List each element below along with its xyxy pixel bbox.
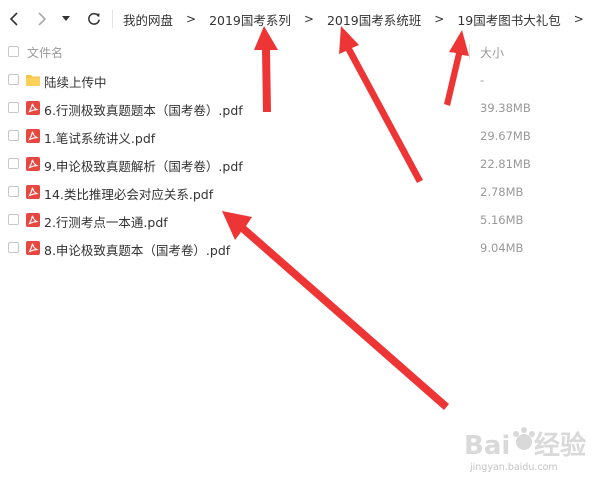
breadcrumb-item-book-package[interactable]: 19国考图书大礼包: [457, 10, 560, 29]
pdf-file-icon: [26, 185, 40, 199]
breadcrumb: 我的网盘 > 2019国考系列 > 2019国考系统班 > 19国考图书大礼包 …: [123, 10, 597, 28]
breadcrumb-item-2019-class[interactable]: 2019国考系统班: [327, 10, 421, 29]
row-checkbox[interactable]: [8, 74, 19, 85]
file-row-pdf[interactable]: 8.申论极致真题本（国考卷）.pdf 9.04MB: [0, 234, 605, 262]
file-size: 2.78MB: [480, 185, 524, 199]
refresh-icon: [88, 12, 100, 25]
file-name[interactable]: 2.行测考点一本通.pdf: [44, 212, 168, 231]
pdf-file-icon: [26, 129, 40, 143]
file-row-pdf[interactable]: 1.笔试系统讲义.pdf 29.67MB: [0, 122, 605, 150]
row-checkbox[interactable]: [8, 186, 19, 197]
history-dropdown-button[interactable]: [56, 9, 76, 29]
file-row-pdf[interactable]: 2.行测考点一本通.pdf 5.16MB: [0, 206, 605, 234]
pdf-file-icon: [26, 157, 40, 171]
file-size: 9.04MB: [480, 241, 524, 255]
dropdown-caret-icon: [62, 16, 70, 21]
svg-text:Bai: Bai: [464, 431, 510, 461]
column-header-size[interactable]: 大小: [480, 44, 504, 61]
file-size: 29.67MB: [480, 129, 531, 143]
file-name[interactable]: 9.申论极致真题解析（国考卷）.pdf: [44, 156, 243, 175]
folder-icon: [26, 75, 40, 86]
row-checkbox[interactable]: [8, 242, 19, 253]
forward-button[interactable]: [32, 9, 52, 29]
file-name[interactable]: 8.申论极致真题本（国考卷）.pdf: [44, 240, 230, 259]
file-name[interactable]: 14.类比推理必会对应关系.pdf: [44, 184, 213, 203]
refresh-button[interactable]: [84, 9, 104, 29]
file-size: 39.38MB: [480, 101, 531, 115]
file-name[interactable]: 6.行测极致真题题本（国考卷）.pdf: [44, 100, 243, 119]
file-list-header: 文件名 大小: [0, 40, 605, 66]
navigation-toolbar: 我的网盘 > 2019国考系列 > 2019国考系统班 > 19国考图书大礼包 …: [0, 0, 605, 38]
breadcrumb-item-my-netdisk[interactable]: 我的网盘: [123, 10, 173, 29]
toolbar-divider: [112, 10, 113, 28]
forward-arrow-icon: [38, 12, 47, 26]
svg-text:经验: 经验: [534, 430, 586, 461]
file-size: -: [480, 73, 485, 87]
breadcrumb-item-2019-series[interactable]: 2019国考系列: [209, 10, 291, 29]
file-row-pdf[interactable]: 9.申论极致真题解析（国考卷）.pdf 22.81MB: [0, 150, 605, 178]
file-row-pdf[interactable]: 6.行测极致真题题本（国考卷）.pdf 39.38MB: [0, 94, 605, 122]
breadcrumb-separator: >: [303, 12, 314, 26]
breadcrumb-separator: >: [573, 12, 584, 26]
file-row-folder[interactable]: 陆续上传中 -: [0, 66, 605, 94]
file-name[interactable]: 陆续上传中: [44, 72, 107, 91]
row-checkbox[interactable]: [8, 130, 19, 141]
select-all-checkbox[interactable]: [8, 46, 19, 57]
file-size: 5.16MB: [480, 213, 524, 227]
breadcrumb-separator: >: [186, 12, 197, 26]
row-checkbox[interactable]: [8, 158, 19, 169]
back-arrow-icon: [9, 12, 18, 26]
file-name[interactable]: 1.笔试系统讲义.pdf: [44, 128, 155, 147]
column-divider[interactable]: [469, 44, 470, 59]
pdf-file-icon: [26, 101, 40, 115]
breadcrumb-separator: >: [434, 12, 445, 26]
row-checkbox[interactable]: [8, 102, 19, 113]
pdf-file-icon: [26, 241, 40, 255]
watermark-url: jingyan.baidu.com: [470, 462, 558, 473]
file-row-pdf[interactable]: 14.类比推理必会对应关系.pdf 2.78MB: [0, 178, 605, 206]
file-size: 22.81MB: [480, 157, 531, 171]
pdf-file-icon: [26, 213, 40, 227]
back-button[interactable]: [4, 9, 24, 29]
column-header-name[interactable]: 文件名: [27, 44, 63, 61]
row-checkbox[interactable]: [8, 214, 19, 225]
